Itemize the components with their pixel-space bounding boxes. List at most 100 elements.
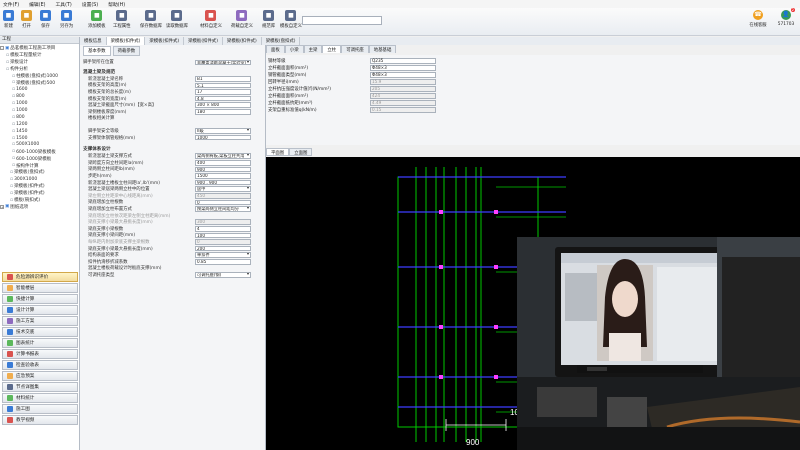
form-value-field[interactable]: 1000 bbox=[195, 134, 251, 141]
tab-elevation-view[interactable]: 立面图 bbox=[289, 148, 313, 156]
tab-load-params[interactable]: 荷载参数 bbox=[112, 46, 141, 56]
module-button[interactable]: 教学视频 bbox=[2, 415, 78, 425]
module-button[interactable]: 应急预案 bbox=[2, 371, 78, 381]
form-value-field[interactable]: 180 bbox=[195, 109, 251, 115]
toolbar-button-read-db[interactable]: ■ 读取数据库 bbox=[166, 10, 188, 34]
menu-help[interactable]: 帮助(H) bbox=[108, 1, 125, 8]
location-select[interactable]: 非覆盖浇筑混凝土(实验室) bbox=[195, 59, 251, 66]
module-button[interactable]: 节点详图集 bbox=[2, 382, 78, 392]
component-tab[interactable]: 立柱 bbox=[322, 45, 342, 53]
tree-item[interactable]: ▫ 1450 bbox=[0, 128, 80, 135]
module-button[interactable]: 设计计算 bbox=[2, 305, 78, 315]
component-tab[interactable]: 小梁 bbox=[284, 45, 304, 53]
user-account-button[interactable]: 👤 2 571703 bbox=[776, 8, 796, 34]
form-value-field[interactable]: 1500 bbox=[195, 173, 251, 179]
tree-item[interactable]: ▫ 1500 bbox=[0, 135, 80, 142]
toolbar-button-add-template[interactable]: ■ 添加模板 bbox=[88, 10, 106, 34]
module-button[interactable]: 材料统计 bbox=[2, 393, 78, 403]
toolbar-button-project-properties[interactable]: ■ 工程属性 bbox=[113, 10, 131, 34]
tree-item[interactable]: ▫ 500X1000 bbox=[0, 141, 80, 148]
form-value-field[interactable]: 5.1 bbox=[195, 82, 251, 89]
tree-item[interactable]: ▫ 梁模板(盘扣式) bbox=[0, 169, 80, 176]
toolbar-button-save-db[interactable]: ■ 保存数据库 bbox=[140, 10, 162, 34]
tree-item[interactable]: ▫ 梁模板(扣件式) bbox=[0, 190, 80, 197]
document-tab[interactable]: 梁模板(扣件式) bbox=[106, 37, 146, 45]
module-button[interactable]: 智能楼层 bbox=[2, 283, 78, 293]
form-value-field[interactable]: 4 bbox=[195, 225, 251, 232]
tree-item[interactable]: ▫ 梁模板(扣件式) bbox=[0, 183, 80, 190]
tree-root[interactable]: - ▣ 品茗模板工程施工项目 bbox=[0, 45, 80, 52]
document-tab[interactable]: 模板信息 bbox=[80, 37, 107, 45]
toolbar-button-load-custom[interactable]: ■ 荷载自定义 bbox=[231, 10, 253, 34]
menu-tools[interactable]: 工具(T) bbox=[55, 1, 71, 8]
tree-item[interactable]: ▫ 梁模板(盘扣式)500 bbox=[0, 79, 80, 86]
tree-item[interactable]: ▫ 300X1000 bbox=[0, 176, 80, 183]
toolbar-button-material-custom[interactable]: ■ 材料自定义 bbox=[200, 10, 222, 34]
tree-item[interactable]: ▫ 1000 bbox=[0, 107, 80, 114]
form-value-field[interactable]: 梁两侧有板,梁板立柱共用 bbox=[195, 153, 251, 160]
form-value-field[interactable]: 0 bbox=[195, 239, 251, 245]
module-button[interactable]: 施工方案 bbox=[2, 316, 78, 326]
property-value[interactable]: 205 bbox=[370, 86, 436, 92]
form-value-field[interactable]: 450 bbox=[195, 193, 251, 199]
property-value[interactable]: 4.49 bbox=[370, 100, 436, 106]
component-tab[interactable]: 地基基础 bbox=[368, 45, 397, 53]
form-value-field[interactable]: 17 bbox=[195, 89, 251, 95]
property-value[interactable]: 15.9 bbox=[370, 79, 436, 85]
module-button[interactable]: 检查验收表 bbox=[2, 360, 78, 370]
module-button[interactable]: 快捷计算 bbox=[2, 294, 78, 304]
property-value[interactable]: Q235 bbox=[370, 58, 436, 64]
form-value-field[interactable]: 900 bbox=[195, 166, 251, 173]
form-value-field[interactable]: 0.85 bbox=[195, 258, 251, 265]
form-value-field[interactable]: 400 bbox=[195, 160, 251, 166]
tree-item[interactable]: ▫ 600-1000梁板模板 bbox=[0, 148, 80, 155]
component-tab[interactable]: 面板 bbox=[266, 45, 285, 53]
component-tab[interactable]: 主梁 bbox=[303, 45, 323, 53]
form-value-field[interactable]: 100 bbox=[195, 232, 251, 239]
tree-item[interactable]: ▫ 柱模板(盘扣式)1000 bbox=[0, 73, 80, 80]
property-value[interactable]: Φ48×3 bbox=[370, 65, 436, 71]
property-value[interactable]: 424 bbox=[370, 93, 436, 99]
module-button[interactable]: 危险源辨识评价 bbox=[2, 272, 78, 282]
tree-footer-item[interactable]: + ▣ 图纸选项 bbox=[0, 203, 80, 210]
module-button[interactable]: 图表统计 bbox=[2, 338, 78, 348]
form-value-field[interactable]: B1 bbox=[195, 76, 251, 82]
tree-item[interactable]: ▫ 1000 bbox=[0, 100, 80, 107]
tree-item[interactable]: ▫ 梁板设计 bbox=[0, 59, 80, 66]
tree-item[interactable]: ▫ 800 bbox=[0, 114, 80, 121]
document-tab[interactable]: 梁模板(扣件式) bbox=[223, 37, 262, 45]
document-tab[interactable]: 梁模板(扣件式) bbox=[184, 37, 223, 45]
property-value[interactable]: 0.15 bbox=[370, 107, 436, 113]
form-value-field[interactable]: 300 bbox=[195, 219, 251, 225]
tree-item[interactable]: ▫ 800 bbox=[0, 93, 80, 100]
toolbar-button-code-library[interactable]: ■ 规范库 bbox=[262, 10, 275, 34]
menu-edit[interactable]: 编辑(E) bbox=[29, 1, 45, 8]
document-tab[interactable]: 梁模板(扣件式) bbox=[145, 37, 185, 45]
toolbar-button-template-custom[interactable]: ■ 模板自定义 bbox=[280, 10, 302, 34]
module-button[interactable]: 施工图 bbox=[2, 404, 78, 414]
tab-plan-view[interactable]: 平面图 bbox=[266, 148, 290, 156]
form-value-field[interactable]: 居中 bbox=[195, 186, 251, 192]
search-input[interactable] bbox=[302, 16, 382, 25]
tree-item[interactable]: ▫ 1200 bbox=[0, 121, 80, 128]
form-value-field[interactable]: 0 bbox=[195, 199, 251, 206]
toolbar-button-save[interactable]: ■ 保存 bbox=[40, 10, 51, 34]
tree-item[interactable]: ▫ 模板(碗扣式) bbox=[0, 197, 80, 204]
tree-item[interactable]: ▫ 模板工程量统计 bbox=[0, 52, 80, 59]
module-button[interactable]: 技术交底 bbox=[2, 327, 78, 337]
toolbar-button-save-as[interactable]: ■ 另存为 bbox=[60, 10, 73, 34]
form-value-field[interactable]: 900 , 900 bbox=[195, 179, 251, 186]
tree-item[interactable]: ▫ 按构件计算 bbox=[0, 162, 80, 169]
toolbar-button-open-folder[interactable]: ■ 打开 bbox=[21, 10, 32, 34]
toolbar-button-new-file[interactable]: ■ 新建 bbox=[3, 10, 14, 34]
form-value-field[interactable]: 单扣件 bbox=[195, 252, 251, 258]
form-value-field[interactable]: 300 × 800 bbox=[195, 102, 251, 109]
form-value-field[interactable]: 按梁两侧立柱间距均分 bbox=[195, 206, 251, 212]
form-value-field[interactable]: 可调托座(钢) bbox=[195, 272, 251, 278]
property-value[interactable]: Φ48×3 bbox=[370, 72, 436, 78]
menu-file[interactable]: 文件(F) bbox=[3, 1, 19, 8]
tree-item[interactable]: ▫ 600-1000梁模板 bbox=[0, 155, 80, 162]
document-tab[interactable]: 梁模板(盘扣式) bbox=[262, 37, 301, 45]
menu-settings[interactable]: 设置(S) bbox=[82, 1, 98, 8]
module-button[interactable]: 计算书报表 bbox=[2, 349, 78, 359]
